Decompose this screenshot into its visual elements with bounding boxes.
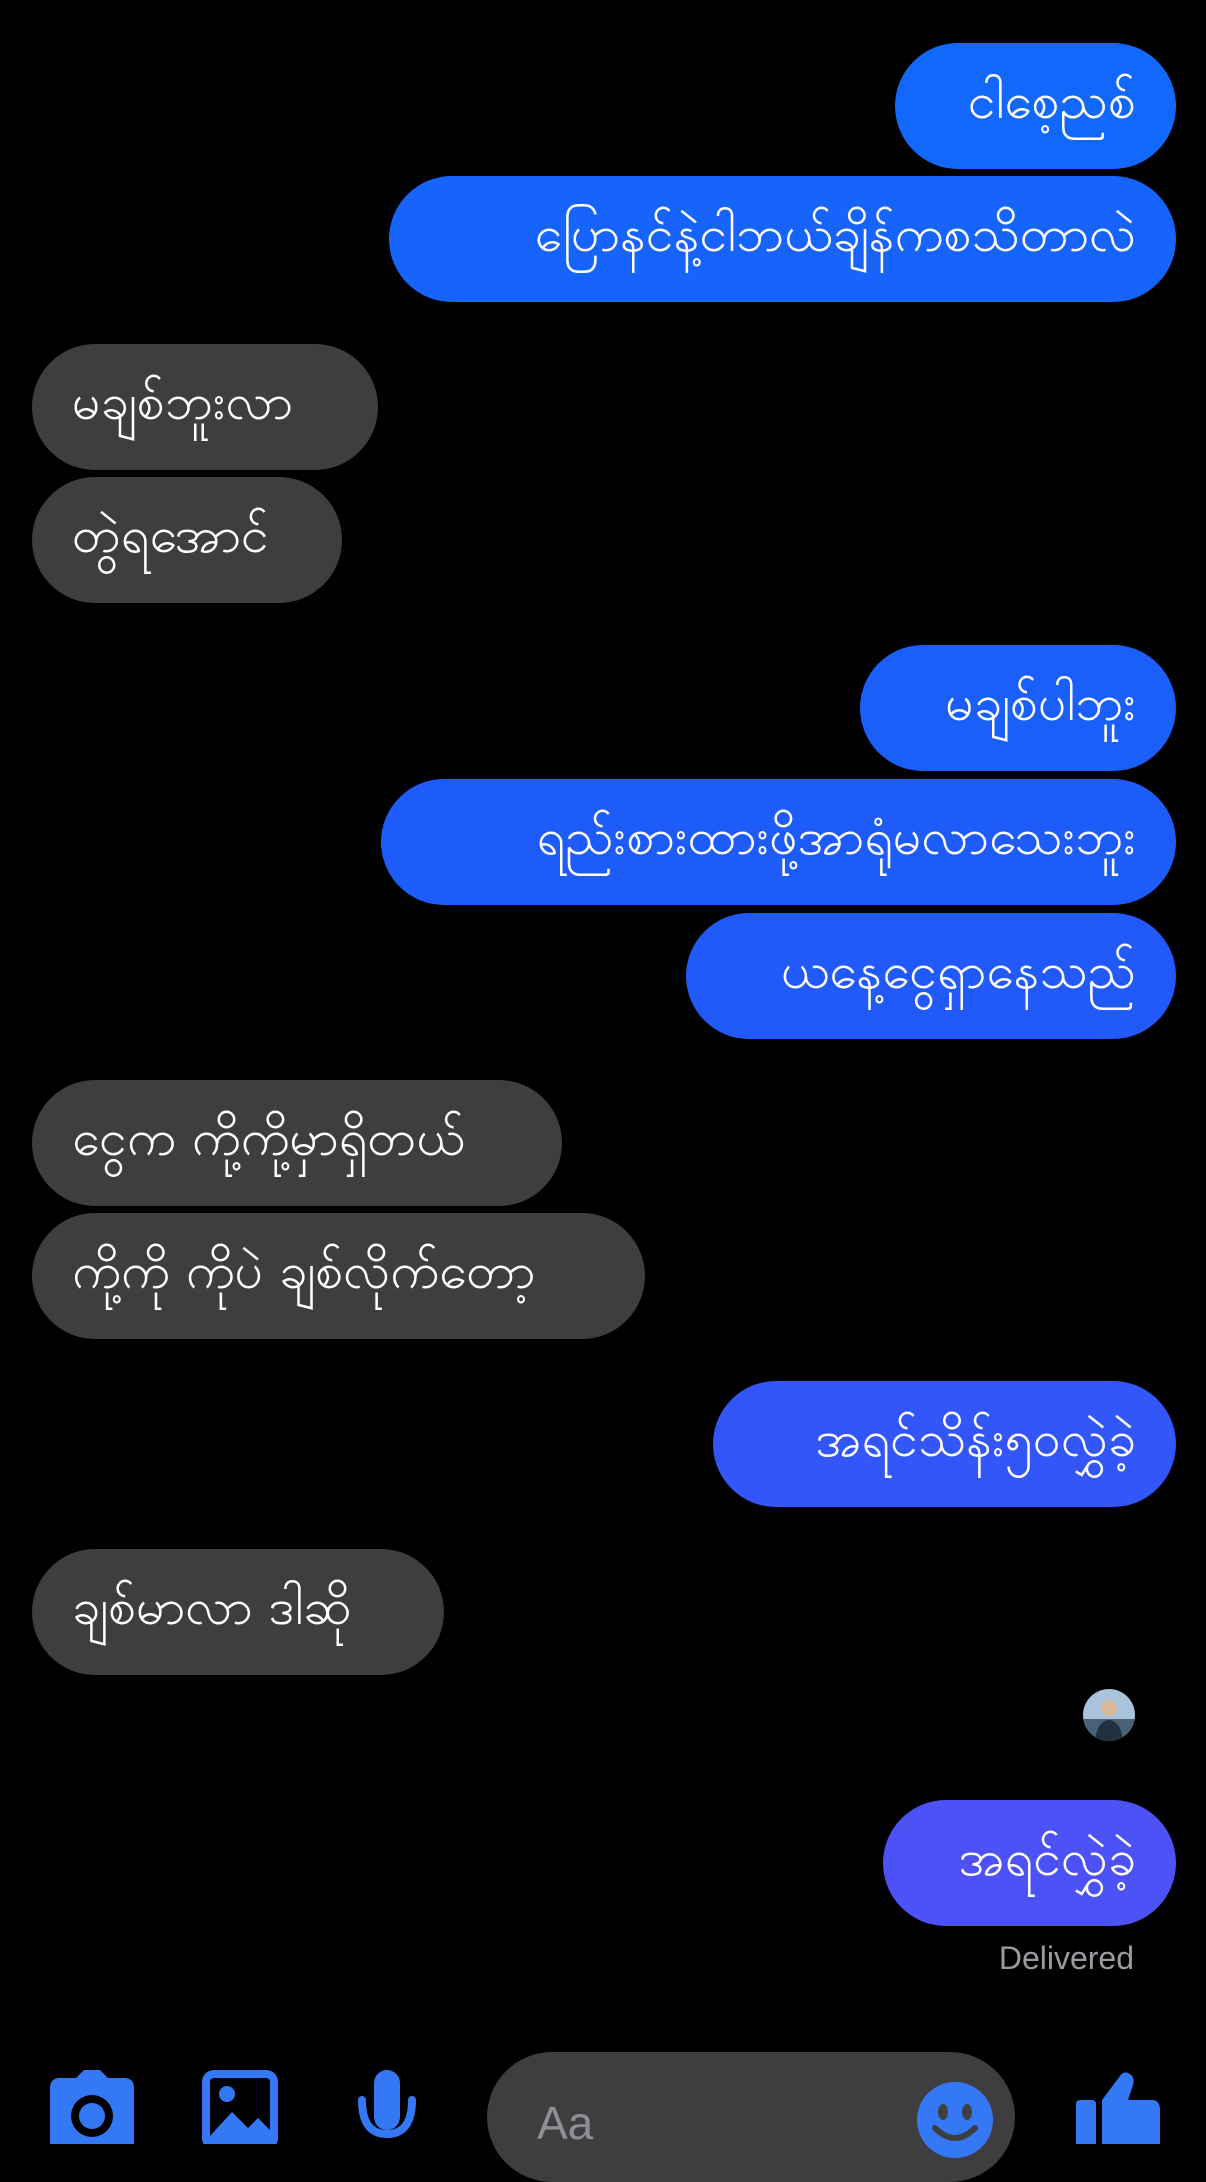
message-bubble-sent[interactable]: အရင်သိန်း၅၀လွှဲခဲ့ [713,1381,1176,1507]
message-bubble-received[interactable]: ကို့ကို ကိုပဲ ချစ်လိုက်တော့ [32,1213,645,1339]
microphone-icon [358,2070,416,2139]
message-text: ပြောနင်နဲ့ငါဘယ်ချိန်ကစသိတာလဲ [534,204,1136,263]
message-text: ကို့ကို ကိုပဲ ချစ်လိုက်တော့ [72,1241,536,1300]
message-text: ရည်းစားထားဖို့အာရုံမလာသေးဘူး [536,807,1136,866]
emoji-button[interactable] [915,2080,995,2160]
message-bubble-sent[interactable]: မချစ်ပါဘူး [860,645,1176,771]
read-receipt-avatar [1083,1689,1135,1741]
message-text: ချစ်မာလာ ဒါဆို [72,1577,352,1636]
message-text: ငါစေ့ညစ် [967,71,1136,130]
message-text: မချစ်ပါဘူး [945,673,1136,732]
message-bubble-received[interactable]: ချစ်မာလာ ဒါဆို [32,1549,444,1675]
message-bubble-sent[interactable]: ပြောနင်နဲ့ငါဘယ်ချိန်ကစသိတာလဲ [389,176,1176,302]
message-bubble-received[interactable]: တွဲရအောင် [32,477,342,603]
camera-icon [50,2070,134,2144]
message-bubble-sent[interactable]: ငါစေ့ညစ် [895,43,1176,169]
avatar-image [1083,1689,1135,1741]
message-bubble-received[interactable]: မချစ်ဘူးလာ [32,344,378,470]
message-bubble-sent[interactable]: ယနေ့ငွေရှာနေသည် [686,913,1176,1039]
delivered-status: Delivered [998,1940,1134,1976]
gallery-button[interactable] [202,2070,278,2144]
message-text: အရင်သိန်း၅၀လွှဲခဲ့ [815,1409,1136,1468]
camera-button[interactable] [50,2070,134,2144]
message-input-placeholder: Aa [537,2097,594,2149]
message-text: ငွေက ကို့ကို့မှာရှိတယ် [72,1108,465,1167]
message-bubble-received[interactable]: ငွေက ကို့ကို့မှာရှိတယ် [32,1080,562,1206]
message-text: ယနေ့ငွေရှာနေသည် [780,941,1136,1000]
emoji-icon [917,2082,993,2158]
message-input[interactable]: Aa [487,2052,1015,2182]
message-text: မချစ်ဘူးလာ [72,372,293,431]
thumbs-up-icon [1076,2072,1160,2144]
like-button[interactable] [1076,2070,1160,2144]
message-bubble-sent[interactable]: ရည်းစားထားဖို့အာရုံမလာသေးဘူး [381,779,1176,905]
message-text: အရင်လွှဲခဲ့ [958,1828,1136,1887]
message-bubble-sent[interactable]: အရင်လွှဲခဲ့ [883,1800,1176,1926]
voice-button[interactable] [356,2070,418,2144]
image-icon [202,2070,278,2144]
message-text: တွဲရအောင် [72,505,269,564]
